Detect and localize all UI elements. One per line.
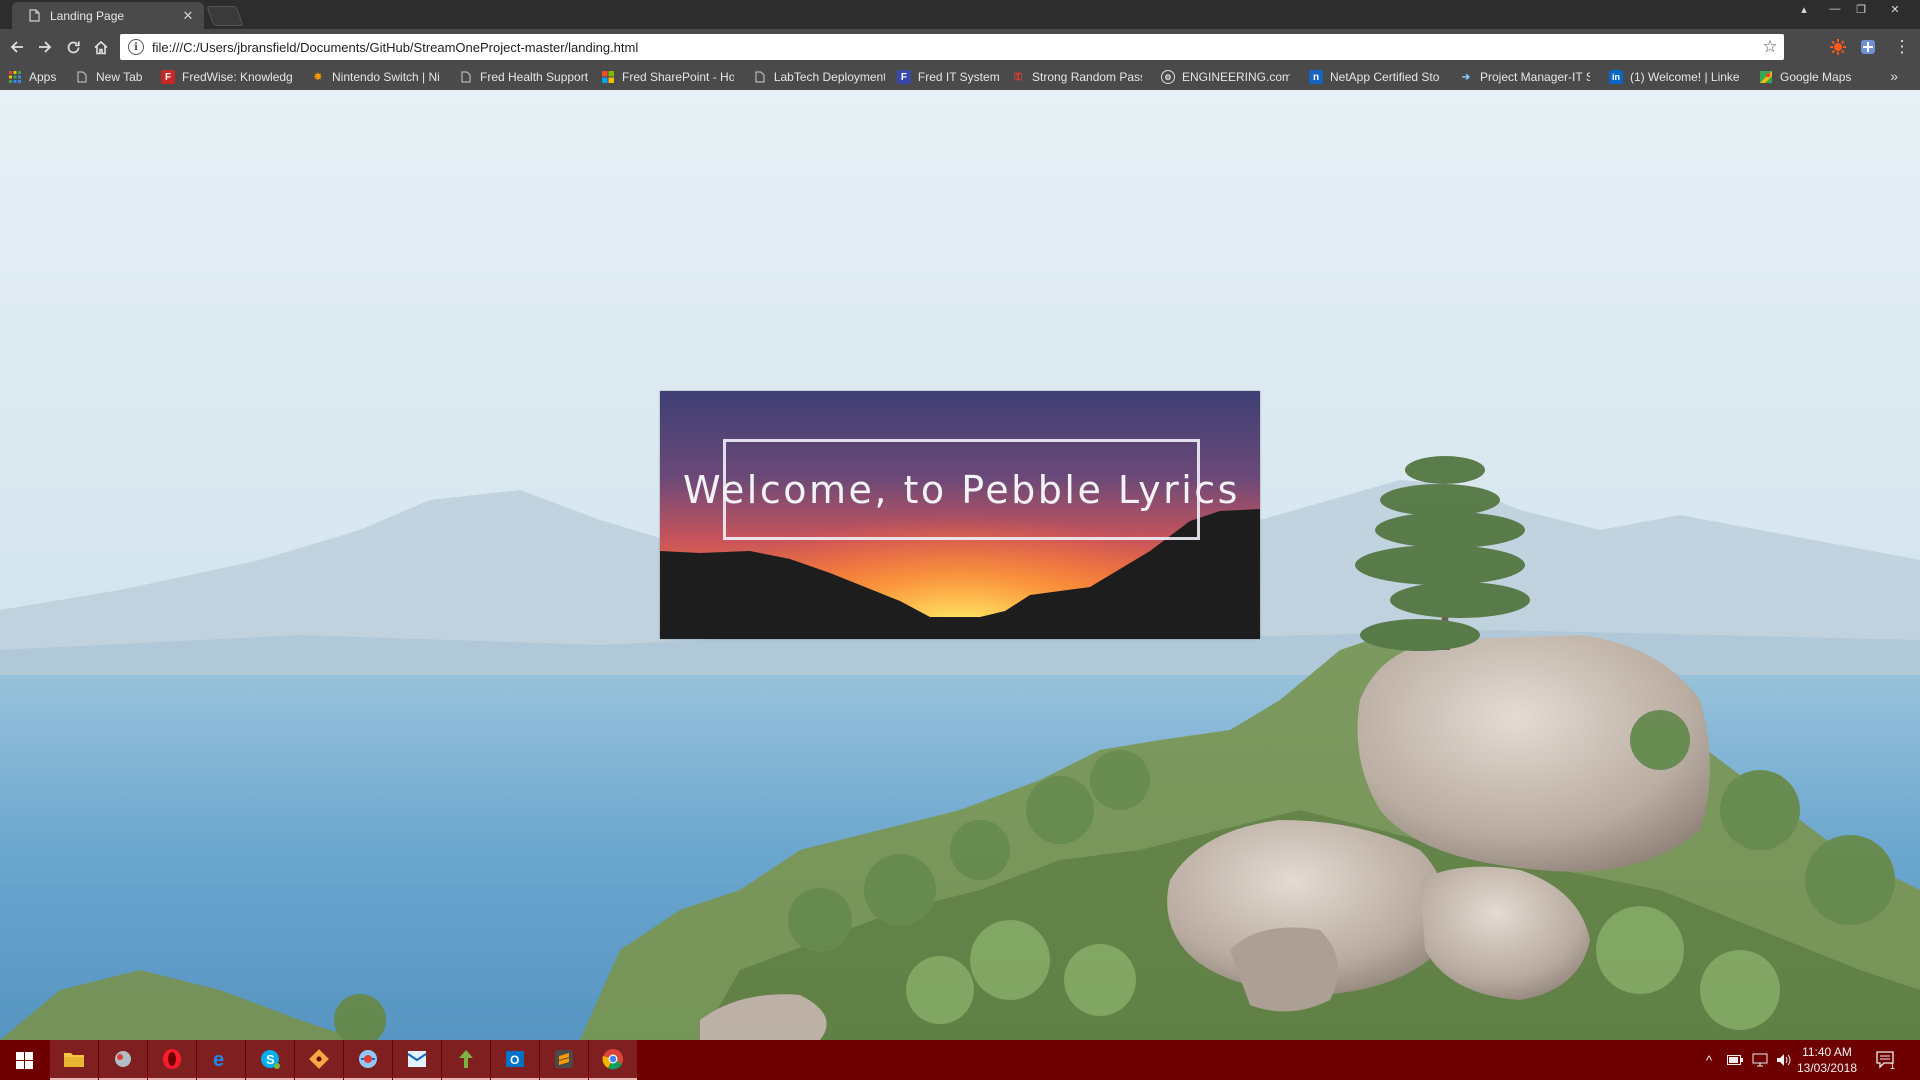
- user-icon[interactable]: ▴: [1791, 0, 1817, 18]
- bookmark-label: Google Maps: [1780, 70, 1852, 84]
- bookmark-apps[interactable]: Apps: [8, 70, 63, 84]
- bookmark-label: Fred IT System: [917, 70, 999, 84]
- page-icon: [26, 8, 42, 24]
- tab-close-icon[interactable]: ✕: [180, 8, 196, 24]
- bookmark-fred-it[interactable]: F Fred IT System: [897, 70, 999, 84]
- tab-landing-page[interactable]: Landing Page ✕: [12, 2, 204, 29]
- outlook-icon[interactable]: O: [491, 1040, 539, 1080]
- forward-arrow-icon[interactable]: [33, 35, 57, 59]
- bookmark-fred-health[interactable]: Fred Health Support: [459, 70, 589, 84]
- tab-strip: Landing Page ✕ ▴ — ❐ ✕: [0, 0, 1920, 29]
- clock-time: 11:40 AM: [1802, 1045, 1852, 1059]
- address-bar[interactable]: i file:///C:/Users/jbransfield/Documents…: [120, 34, 1784, 60]
- bookmark-nintendo[interactable]: ✸ Nintendo Switch | Ni: [311, 70, 447, 84]
- svg-text:O: O: [510, 1053, 519, 1067]
- fredwise-icon: F: [161, 70, 175, 84]
- svg-text:e: e: [213, 1049, 224, 1070]
- sublime-text-icon[interactable]: [540, 1040, 588, 1080]
- green-app-icon[interactable]: [442, 1040, 490, 1080]
- linkedin-icon: in: [1609, 70, 1623, 84]
- bookmark-google-maps[interactable]: Google Maps: [1759, 70, 1869, 84]
- bookmark-label: LabTech Deployment: [773, 70, 885, 84]
- page-icon: [753, 70, 767, 84]
- reload-icon[interactable]: [61, 35, 85, 59]
- svg-text:S: S: [266, 1052, 275, 1067]
- bookmark-label: Strong Random Pass: [1032, 70, 1142, 84]
- notification-count: 1: [1890, 1061, 1896, 1071]
- banner-title-frame: Welcome, to Pebble Lyrics: [683, 439, 1237, 540]
- new-tab-button[interactable]: [206, 6, 244, 26]
- bookmark-engineering[interactable]: ⚙ ENGINEERING.com |: [1161, 70, 1297, 84]
- fred-it-icon: F: [897, 70, 911, 84]
- bookmark-label: Fred Health Support: [480, 70, 589, 84]
- bookmark-new-tab[interactable]: New Tab: [75, 70, 149, 84]
- welcome-banner: Welcome, to Pebble Lyrics: [660, 391, 1260, 639]
- extension-puzzle-icon[interactable]: [1858, 37, 1878, 57]
- bookmark-label: (1) Welcome! | Linked: [1630, 70, 1740, 84]
- outlook-web-icon[interactable]: [393, 1040, 441, 1080]
- connection-icon[interactable]: [344, 1040, 392, 1080]
- tray-chevron-icon[interactable]: ^: [1706, 1040, 1712, 1080]
- snipping-tool-icon[interactable]: [99, 1040, 147, 1080]
- opera-icon[interactable]: [148, 1040, 196, 1080]
- bookmark-fred-sharepoint[interactable]: Fred SharePoint - Ho: [601, 70, 741, 84]
- git-icon[interactable]: [295, 1040, 343, 1080]
- bookmark-labtech[interactable]: LabTech Deployment: [753, 70, 885, 84]
- info-icon[interactable]: i: [128, 39, 144, 55]
- system-clock[interactable]: 11:40 AM 13/03/2018: [1792, 1044, 1862, 1076]
- bookmark-label: Fred SharePoint - Ho: [622, 70, 734, 84]
- network-icon[interactable]: [1752, 1040, 1768, 1080]
- extension-sun-icon[interactable]: [1828, 37, 1848, 57]
- bookmark-linkedin[interactable]: in (1) Welcome! | Linked: [1609, 70, 1747, 84]
- bookmark-label: NetApp Certified Sto: [1330, 70, 1440, 84]
- bookmark-label: FredWise: Knowledge: [182, 70, 292, 84]
- bookmark-strong-random[interactable]: ⚿ Strong Random Pass: [1011, 70, 1149, 84]
- browser-toolbar: i file:///C:/Users/jbransfield/Documents…: [0, 29, 1920, 64]
- banner-title: Welcome, to Pebble Lyrics: [683, 467, 1240, 512]
- tab-title: Landing Page: [50, 8, 125, 23]
- bookmark-label: ENGINEERING.com |: [1182, 70, 1290, 84]
- restore-button[interactable]: ❐: [1848, 0, 1874, 18]
- file-explorer-icon[interactable]: [50, 1040, 98, 1080]
- arrow-icon: ➔: [1461, 71, 1471, 83]
- bookmark-star-icon[interactable]: ☆: [1756, 37, 1784, 57]
- bookmark-label: New Tab: [96, 70, 143, 84]
- bookmark-fredwise[interactable]: F FredWise: Knowledge: [161, 70, 299, 84]
- chrome-icon[interactable]: [589, 1040, 637, 1080]
- bookmark-label: Project Manager-IT S: [1480, 70, 1590, 84]
- url-text[interactable]: file:///C:/Users/jbransfield/Documents/G…: [152, 40, 1756, 55]
- start-windows-icon[interactable]: [0, 1040, 48, 1080]
- close-window-button[interactable]: ✕: [1882, 0, 1908, 18]
- clock-date: 13/03/2018: [1796, 1061, 1858, 1075]
- windows-icon: [601, 70, 615, 84]
- bookmark-label: Nintendo Switch | Ni: [332, 70, 440, 84]
- apps-grid-icon: [8, 70, 22, 84]
- nintendo-icon: ✸: [313, 71, 323, 83]
- bookmarks-overflow-icon[interactable]: »: [1890, 68, 1898, 84]
- page-viewport: Welcome, to Pebble Lyrics: [0, 90, 1920, 1040]
- back-arrow-icon[interactable]: [5, 35, 29, 59]
- notification-center-icon[interactable]: 1: [1876, 1040, 1895, 1080]
- windows-taskbar: e S O ^ 11:40 AM 13/03/2018 1: [0, 1040, 1920, 1080]
- volume-icon[interactable]: [1776, 1040, 1792, 1080]
- page-icon: [459, 70, 473, 84]
- bookmark-label: Apps: [29, 70, 57, 84]
- bookmark-netapp[interactable]: n NetApp Certified Sto: [1309, 70, 1447, 84]
- minimize-button[interactable]: —: [1822, 0, 1848, 18]
- bookmarks-bar: Apps New Tab F FredWise: Knowledge ✸ Nin…: [0, 64, 1920, 90]
- netapp-icon: n: [1309, 70, 1323, 84]
- edge-icon[interactable]: e: [197, 1040, 245, 1080]
- battery-icon[interactable]: [1727, 1040, 1743, 1080]
- menu-icon[interactable]: ⋮: [1892, 37, 1912, 57]
- bookmark-project-manager[interactable]: ➔ Project Manager-IT S: [1459, 70, 1597, 84]
- skype-icon[interactable]: S: [246, 1040, 294, 1080]
- key-icon: ⚿: [1014, 71, 1022, 83]
- home-icon[interactable]: [89, 35, 113, 59]
- engineering-icon: ⚙: [1161, 70, 1175, 84]
- page-icon: [75, 70, 89, 84]
- maps-icon: [1759, 70, 1773, 84]
